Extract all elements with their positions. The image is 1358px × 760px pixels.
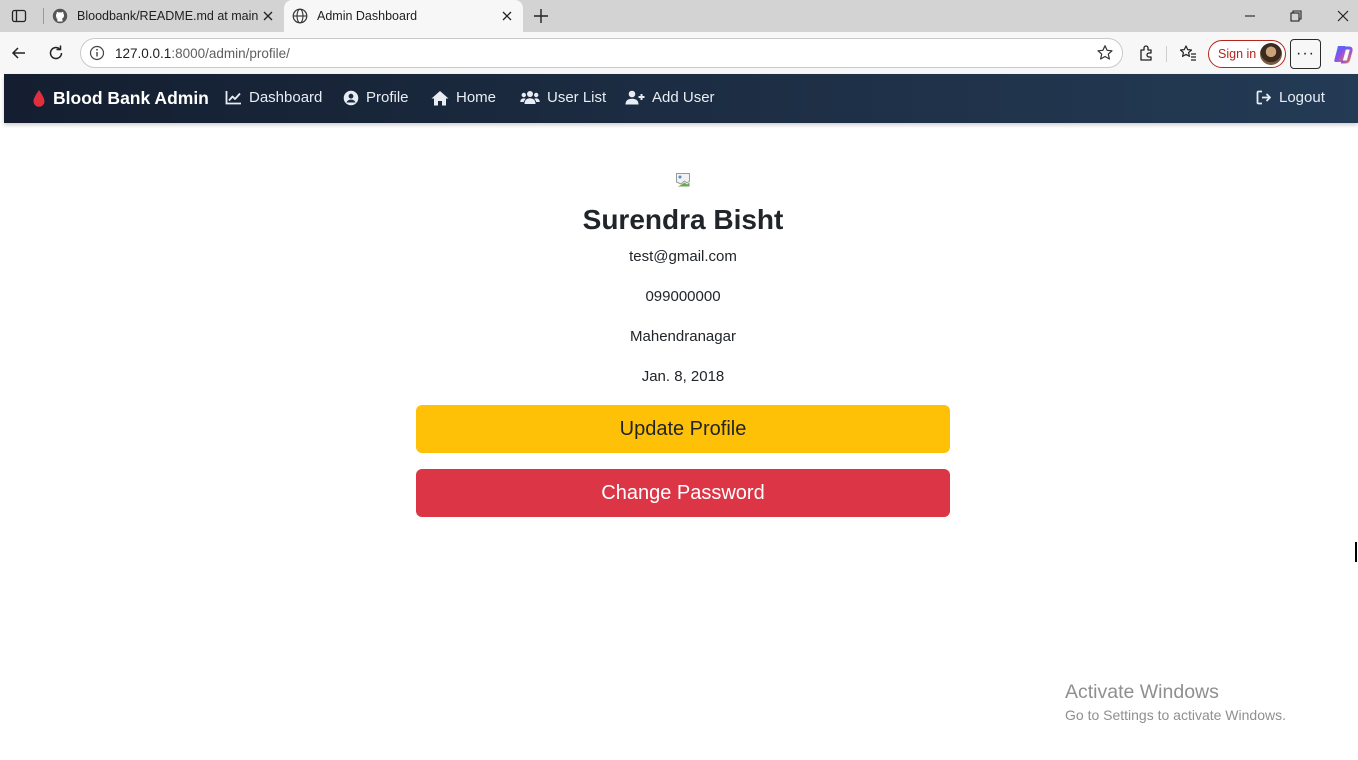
users-icon	[520, 91, 540, 104]
tab-title: Bloodbank/README.md at main ·	[77, 9, 260, 23]
nav-item-label: User List	[547, 89, 607, 106]
home-icon	[431, 90, 449, 105]
close-icon[interactable]	[499, 8, 515, 24]
url-text[interactable]: 127.0.0.1:8000/admin/profile/	[115, 46, 290, 61]
chart-line-icon	[225, 91, 241, 105]
settings-more-button[interactable]: ···	[1290, 39, 1321, 69]
navbar-brand[interactable]: Blood Bank Admin	[32, 88, 209, 109]
profile-phone: 099000000	[645, 288, 721, 305]
nav-item-logout[interactable]: Logout	[1256, 89, 1325, 106]
nav-item-label: Add User	[652, 89, 715, 106]
change-password-button[interactable]: Change Password	[416, 469, 950, 517]
broken-image-icon	[676, 173, 690, 187]
nav-item-label: Dashboard	[249, 89, 323, 106]
profile-avatar	[1260, 43, 1282, 65]
toolbar-separator	[1166, 46, 1167, 62]
nav-item-user-list[interactable]: User List	[520, 89, 606, 106]
watermark-subtitle: Go to Settings to activate Windows.	[1065, 707, 1286, 723]
update-profile-button[interactable]: Update Profile	[416, 405, 950, 453]
browser-tab-admin-dashboard[interactable]: Admin Dashboard	[284, 0, 523, 32]
minimize-icon[interactable]	[1240, 6, 1260, 26]
browser-tab-github[interactable]: Bloodbank/README.md at main ·	[44, 0, 284, 32]
nav-item-add-user[interactable]: Add User	[625, 89, 715, 106]
activate-windows-watermark: Activate Windows Go to Settings to activ…	[1065, 681, 1286, 723]
tab-title: Admin Dashboard	[317, 9, 418, 23]
nav-item-home[interactable]: Home	[431, 89, 496, 106]
extensions-icon[interactable]	[1137, 43, 1157, 63]
admin-navbar: Blood Bank Admin Dashboard Profile Home	[4, 74, 1358, 123]
browser-tab-strip: Bloodbank/README.md at main · Admin Dash…	[0, 0, 1358, 32]
back-arrow-icon[interactable]	[9, 43, 29, 63]
globe-icon	[292, 8, 308, 24]
user-circle-icon	[343, 90, 359, 105]
address-bar[interactable]: 127.0.0.1:8000/admin/profile/	[80, 38, 1123, 68]
window-close-icon[interactable]	[1333, 6, 1353, 26]
favorite-star-icon[interactable]	[1096, 44, 1114, 62]
favorites-icon[interactable]	[1178, 43, 1198, 63]
restore-icon[interactable]	[1286, 6, 1306, 26]
sign-in-button[interactable]: Sign in	[1208, 40, 1286, 68]
browser-toolbar: 127.0.0.1:8000/admin/profile/ Sign in ··…	[0, 32, 1358, 74]
url-host: 127.0.0.1	[115, 46, 172, 61]
sign-out-icon	[1256, 90, 1271, 105]
reload-icon[interactable]	[46, 43, 66, 63]
tab-actions-icon[interactable]	[11, 8, 27, 24]
page-content: Blood Bank Admin Dashboard Profile Home	[0, 74, 1358, 760]
github-icon	[52, 8, 68, 24]
profile-email: test@gmail.com	[629, 248, 737, 265]
profile-date: Jan. 8, 2018	[641, 368, 725, 385]
site-info-icon[interactable]	[89, 45, 105, 61]
nav-item-label: Profile	[366, 89, 409, 106]
new-tab-icon[interactable]	[531, 6, 551, 26]
watermark-title: Activate Windows	[1065, 681, 1219, 703]
copilot-icon[interactable]	[1332, 43, 1354, 65]
text-cursor	[1355, 542, 1357, 562]
sign-in-label: Sign in	[1218, 47, 1257, 61]
profile-name: Surendra Bisht	[582, 204, 784, 235]
blood-drop-icon	[33, 90, 45, 107]
url-path: :8000/admin/profile/	[171, 46, 290, 61]
nav-item-dashboard[interactable]: Dashboard	[225, 89, 322, 106]
nav-item-label: Home	[456, 89, 497, 106]
nav-item-profile[interactable]: Profile	[343, 89, 409, 106]
nav-item-label: Logout	[1279, 89, 1325, 106]
close-icon[interactable]	[260, 8, 276, 24]
brand-label: Blood Bank Admin	[53, 88, 209, 108]
user-plus-icon	[625, 90, 645, 105]
profile-address: Mahendranagar	[630, 328, 736, 345]
